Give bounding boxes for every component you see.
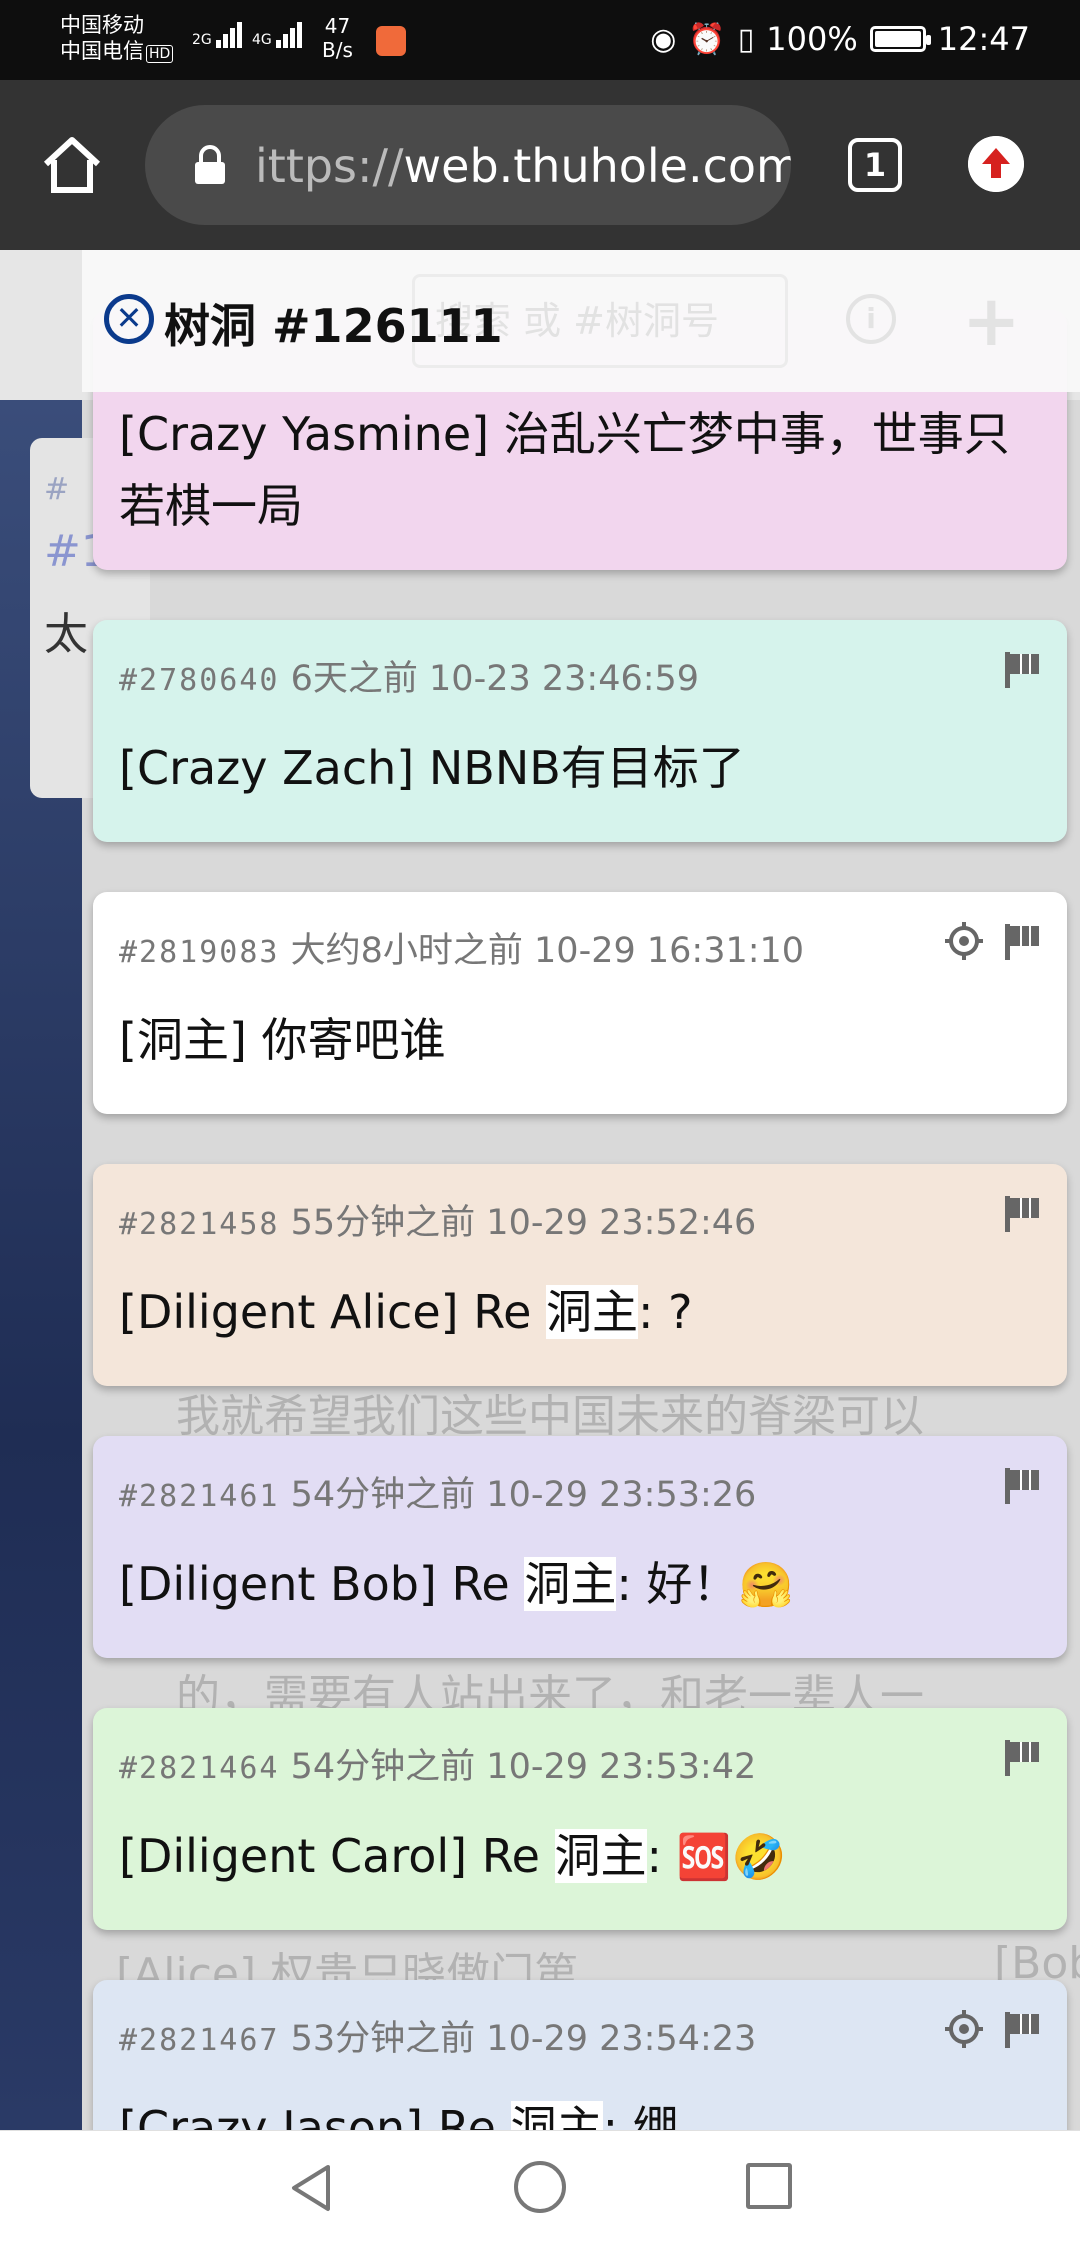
reply-time: 6天之前 10-23 23:46:59 <box>290 659 700 699</box>
reply-meta: #2780640 6天之前 10-23 23:46:59 <box>119 650 699 701</box>
reply-id: #2780640 <box>119 663 280 698</box>
carrier-1: 中国移动 <box>60 13 144 37</box>
reply-time: 55分钟之前 10-29 23:52:46 <box>290 1203 757 1243</box>
info-icon: i <box>846 294 896 344</box>
reply-meta: #2821458 55分钟之前 10-29 23:52:46 <box>119 1194 756 1245</box>
url-scheme: ittps:// <box>255 139 404 193</box>
reply-card-2[interactable]: #2819083 大约8小时之前 10-29 16:31:10 [洞主] 你寄吧… <box>93 892 1067 1114</box>
reply-content: [Crazy Zach] NBNB有目标了 <box>119 741 745 795</box>
url-host: web.thuhole.com <box>403 139 791 193</box>
locate-icon[interactable] <box>943 920 985 962</box>
signal-1-icon: 2G <box>192 22 244 48</box>
reply-content: [Crazy Yasmine] 治乱兴亡梦中事，世事只 若棋一局 <box>119 398 1010 542</box>
carrier-2: 中国电信 <box>60 39 144 63</box>
plus-icon: + <box>962 280 1021 362</box>
status-bar: 中国移动 中国电信 HD 2G 4G 47 B/s ◉ ⏰ ▯ 100% 12:4… <box>0 0 1080 80</box>
eye-icon: ◉ <box>650 21 677 57</box>
reply-id: #2821458 <box>119 1207 280 1242</box>
reply-content: [Diligent Bob] Re 洞主: 好！🤗 <box>119 1548 793 1622</box>
carrier-info: 中国移动 中国电信 HD <box>60 12 174 67</box>
recents-icon[interactable] <box>746 2163 792 2209</box>
address-bar[interactable]: ittps://web.thuhole.com <box>145 105 791 225</box>
reply-mention[interactable]: 洞主 <box>554 1829 647 1883</box>
reply-card-6[interactable]: #2821467 53分钟之前 10-29 23:54:23 [Crazy Ja… <box>93 1980 1067 2130</box>
lock-icon <box>195 145 225 184</box>
reply-card-1[interactable]: #2780640 6天之前 10-23 23:46:59 [Crazy Zach… <box>93 620 1067 842</box>
reply-text-line-1: 治乱兴亡梦中事，世事只 <box>489 407 1010 461</box>
reply-content: [洞主] 你寄吧谁 <box>119 1013 446 1067</box>
alarm-icon: ⏰ <box>688 21 726 57</box>
reply-id: #2819083 <box>119 935 280 970</box>
reply-time: 大约8小时之前 10-29 16:31:10 <box>290 931 805 971</box>
close-icon[interactable]: ✕ <box>104 294 154 344</box>
reply-text: : 好！ <box>616 1557 739 1611</box>
hd-badge: HD <box>146 45 174 63</box>
reply-mention[interactable]: 洞主 <box>524 1557 617 1611</box>
reply-meta: #2819083 大约8小时之前 10-29 16:31:10 <box>119 922 804 973</box>
report-flag-icon[interactable] <box>1001 1736 1043 1778</box>
status-right: ◉ ⏰ ▯ 100% 12:47 <box>650 20 1030 58</box>
report-flag-icon[interactable] <box>1001 2008 1043 2050</box>
panel-title: 树洞 #126111 <box>164 299 503 353</box>
speed-unit: B/s <box>322 38 353 62</box>
reply-author: [Crazy Yasmine] <box>119 407 490 461</box>
reply-mention[interactable]: 洞主 <box>546 1285 639 1339</box>
signal-1-label: 2G <box>192 32 212 48</box>
reply-content: [Crazy Jason] Re 洞主: 绷 <box>119 2092 679 2130</box>
bg-hash: # <box>44 472 70 507</box>
sos-laugh-emoji-icon: 🆘🤣 <box>676 1832 787 1883</box>
reply-meta: #2821461 54分钟之前 10-29 23:53:26 <box>119 1466 756 1517</box>
signal-2-label: 4G <box>252 32 272 48</box>
locate-icon[interactable] <box>943 2008 985 2050</box>
reply-prefix: [Diligent Carol] Re <box>119 1829 555 1883</box>
reply-card-4[interactable]: #2821461 54分钟之前 10-29 23:53:26 [Diligent… <box>93 1436 1067 1658</box>
reply-card-3[interactable]: #2821458 55分钟之前 10-29 23:52:46 [Diligent… <box>93 1164 1067 1386</box>
reply-text-line-2: 若棋一局 <box>119 479 303 533</box>
report-flag-icon[interactable] <box>1001 1464 1043 1506</box>
reply-prefix: [Crazy Jason] Re <box>119 2101 511 2130</box>
home-icon[interactable] <box>40 132 104 196</box>
reply-text: : ? <box>638 1285 693 1339</box>
post-detail-panel: 搜索 或 #树洞号 i + ✕ 树洞 #126111 [Crazy Yasmin… <box>82 250 1080 2130</box>
signal-2-icon: 4G <box>252 22 304 48</box>
reply-text: : <box>646 1829 677 1883</box>
reply-id: #2821461 <box>119 1479 280 1514</box>
reply-id: #2821464 <box>119 1751 280 1786</box>
vibrate-icon: ▯ <box>737 21 755 57</box>
reply-time: 54分钟之前 10-29 23:53:42 <box>290 1747 757 1787</box>
reply-mention[interactable]: 洞主 <box>510 2101 603 2130</box>
system-nav-bar <box>0 2130 1080 2244</box>
report-flag-icon[interactable] <box>1001 648 1043 690</box>
battery-icon <box>869 26 931 52</box>
reply-card-5[interactable]: #2821464 54分钟之前 10-29 23:53:42 [Diligent… <box>93 1708 1067 1930</box>
reply-content: [Diligent Alice] Re 洞主: ? <box>119 1276 693 1348</box>
reply-prefix: [Diligent Bob] Re <box>119 1557 525 1611</box>
report-flag-icon[interactable] <box>1001 920 1043 962</box>
reply-content: [Diligent Carol] Re 洞主: 🆘🤣 <box>119 1820 786 1894</box>
speed-value: 47 <box>324 14 351 38</box>
network-speed: 47 B/s <box>322 14 353 62</box>
reply-id: #2821467 <box>119 2023 280 2058</box>
panel-header: 搜索 或 #树洞号 i + ✕ 树洞 #126111 <box>82 250 1080 392</box>
reply-prefix: [Diligent Alice] Re <box>119 1285 547 1339</box>
hug-emoji-icon: 🤗 <box>738 1560 794 1611</box>
home-circle-icon[interactable] <box>514 2161 566 2213</box>
battery-percent: 100% <box>766 20 858 58</box>
clock: 12:47 <box>937 20 1030 58</box>
reply-text: : 绷 <box>602 2101 679 2130</box>
reply-time: 54分钟之前 10-29 23:53:26 <box>290 1475 757 1515</box>
reply-time: 53分钟之前 10-29 23:54:23 <box>290 2019 757 2059</box>
tab-switcher-button[interactable]: 1 <box>848 138 902 192</box>
browser-toolbar: ittps://web.thuhole.com 1 <box>0 80 1080 250</box>
report-flag-icon[interactable] <box>1001 1192 1043 1234</box>
notification-app-icon <box>376 26 406 56</box>
update-arrow-icon[interactable] <box>968 136 1024 192</box>
reply-meta: #2821467 53分钟之前 10-29 23:54:23 <box>119 2010 756 2061</box>
back-icon[interactable] <box>284 2161 338 2215</box>
reply-meta: #2821464 54分钟之前 10-29 23:53:42 <box>119 1738 756 1789</box>
url-text[interactable]: ittps://web.thuhole.com <box>255 139 791 193</box>
